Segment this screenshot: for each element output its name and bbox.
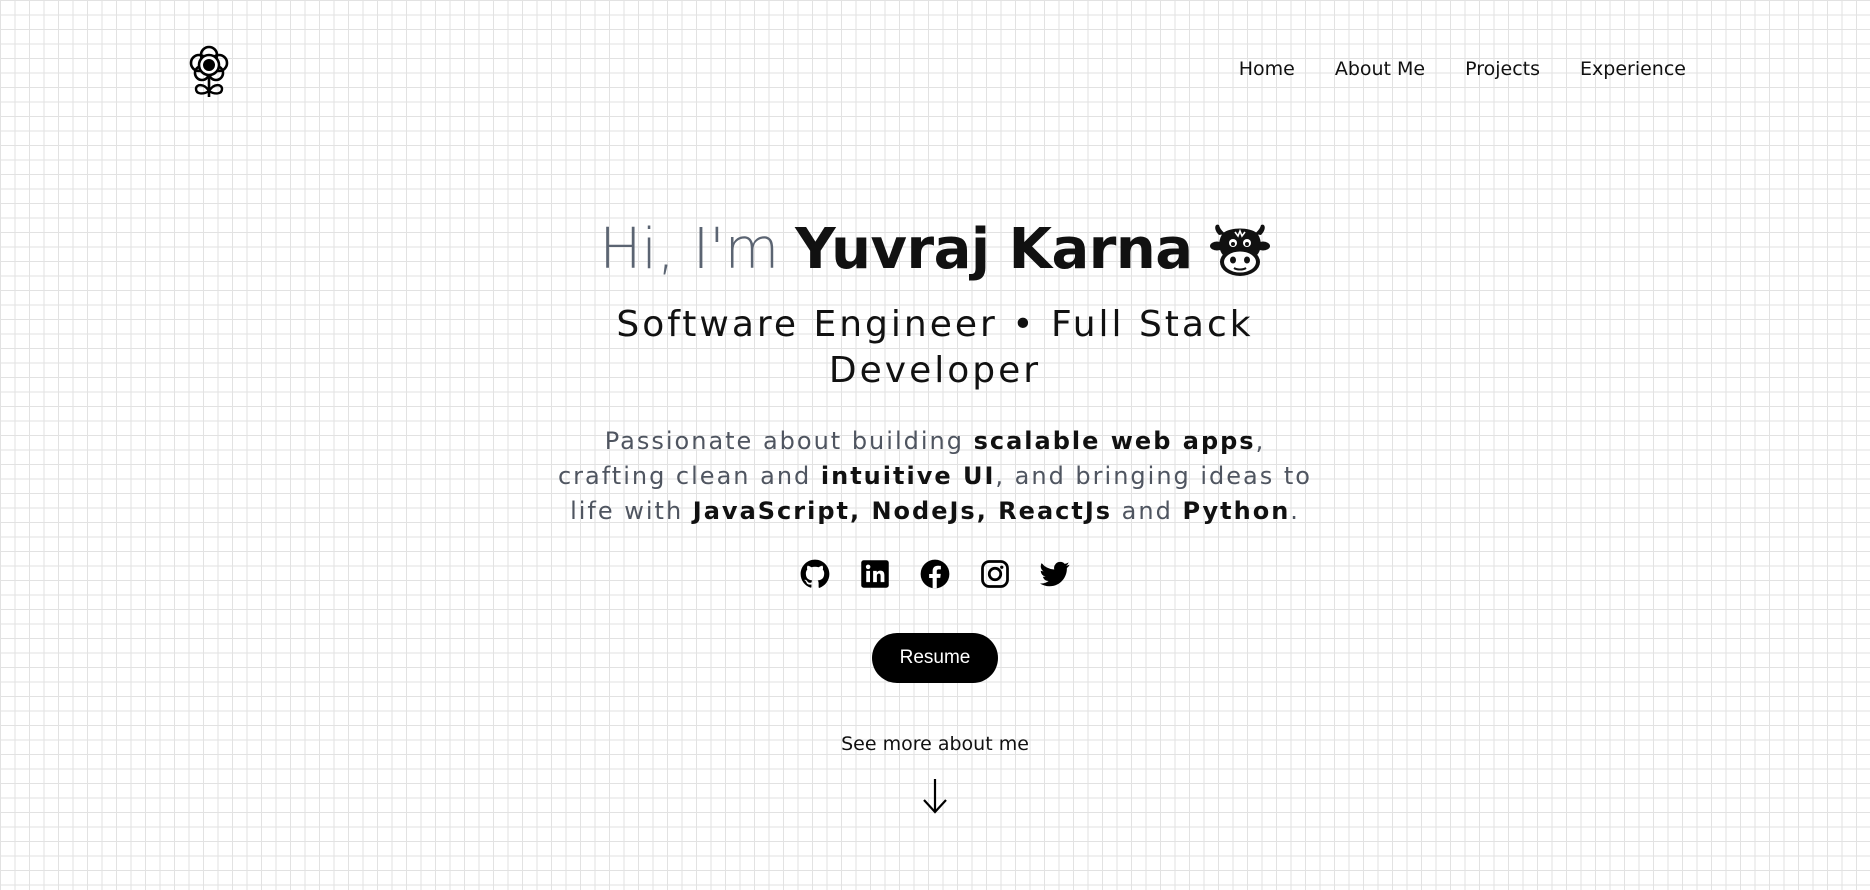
github-icon[interactable] [800,559,830,589]
instagram-icon[interactable] [980,559,1010,589]
linkedin-icon[interactable] [860,559,890,589]
nav-experience[interactable]: Experience [1580,58,1686,80]
greeting-prefix: Hi, I'm [599,217,780,282]
desc-text-5: . [1290,497,1300,525]
top-nav: Home About Me Projects Experience [1199,58,1686,80]
arrow-down-icon[interactable] [920,777,950,815]
facebook-icon[interactable] [920,559,950,589]
desc-bold-1: scalable web apps [973,427,1256,455]
hero-section: Hi, I'm Yuvraj Karna Software Engineer •… [0,212,1870,815]
see-more-link[interactable]: See more about me [0,733,1870,755]
resume-button[interactable]: Resume [871,633,999,683]
logo-flower-icon[interactable] [188,44,230,98]
desc-text-1: Passionate about building [604,427,974,455]
social-links [0,559,1870,589]
hero-subtitle: Software Engineer • Full Stack Developer [616,304,1254,391]
nav-home[interactable]: Home [1239,58,1295,80]
nav-projects[interactable]: Projects [1465,58,1540,80]
hero-description: Passionate about building scalable web a… [555,424,1315,529]
person-name: Yuvraj Karna [795,217,1193,282]
cow-emoji-icon [1209,219,1271,281]
desc-bold-2: intuitive UI [820,462,996,490]
desc-bold-4: Python [1182,497,1291,525]
desc-bold-3: JavaScript, NodeJs, ReactJs [692,497,1113,525]
nav-about-me[interactable]: About Me [1335,58,1425,80]
twitter-icon[interactable] [1040,559,1070,589]
hero-heading: Hi, I'm Yuvraj Karna [0,212,1870,288]
desc-text-4: and [1112,497,1183,525]
